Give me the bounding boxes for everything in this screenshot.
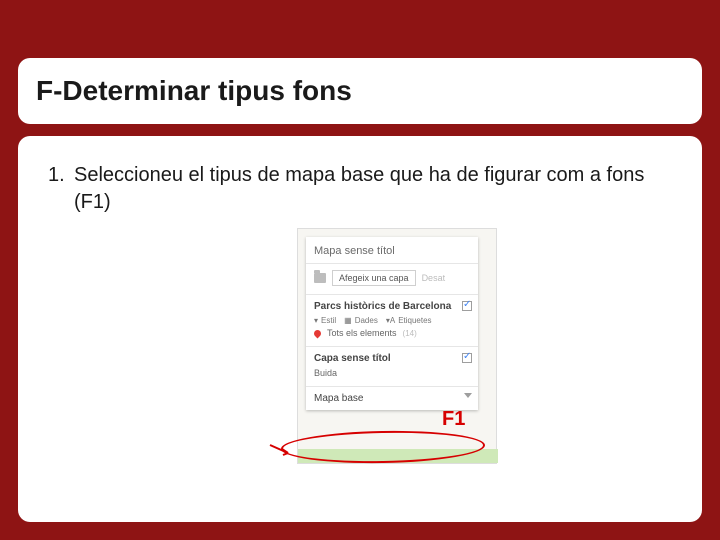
layer-parcs[interactable]: Parcs històrics de Barcelona ▾ Estil ▦ D… (306, 295, 478, 347)
style-chip[interactable]: ▾ Estil (314, 316, 336, 325)
data-chip[interactable]: ▦ Dades (344, 316, 378, 325)
layer2-name: Capa sense títol (314, 353, 470, 364)
chevron-down-icon[interactable] (464, 393, 472, 398)
pin-icon (313, 328, 323, 338)
layer-name: Parcs històrics de Barcelona (314, 301, 470, 312)
base-map-row[interactable]: Mapa base (306, 387, 478, 410)
map-title[interactable]: Mapa sense títol (314, 245, 470, 257)
mymaps-screenshot: Mapa sense títol Afegeix una capa Desat … (297, 228, 497, 464)
all-elements-row[interactable]: Tots els elements (14) (314, 328, 470, 338)
share-status[interactable]: Desat (422, 273, 446, 283)
labels-chip[interactable]: ▾A Etiquetes (386, 316, 432, 325)
checkbox-icon[interactable] (462, 353, 472, 363)
step-number: 1. (48, 162, 74, 216)
all-elements-label: Tots els elements (327, 328, 397, 338)
content-card: 1. Seleccioneu el tipus de mapa base que… (18, 136, 702, 522)
checkbox-icon[interactable] (462, 301, 472, 311)
map-park-area (298, 449, 498, 463)
panel-header: Mapa sense títol (306, 237, 478, 264)
mymaps-panel: Mapa sense títol Afegeix una capa Desat … (306, 237, 478, 410)
step-1: 1. Seleccioneu el tipus de mapa base que… (48, 162, 672, 216)
empty-label: Buida (314, 368, 470, 378)
layer-toolbar: ▾ Estil ▦ Dades ▾A Etiquetes (314, 316, 470, 325)
annotation-arrow (268, 443, 292, 457)
add-layer-button[interactable]: Afegeix una capa (332, 270, 416, 286)
folder-icon (314, 273, 326, 283)
panel-tools: Afegeix una capa Desat (306, 264, 478, 295)
slide-title: F-Determinar tipus fons (36, 75, 352, 107)
layer-empty[interactable]: Capa sense títol Buida (306, 347, 478, 387)
step-text: Seleccioneu el tipus de mapa base que ha… (74, 162, 672, 216)
title-card: F-Determinar tipus fons (18, 58, 702, 124)
elements-count: (14) (403, 329, 417, 338)
base-map-label: Mapa base (314, 393, 363, 404)
